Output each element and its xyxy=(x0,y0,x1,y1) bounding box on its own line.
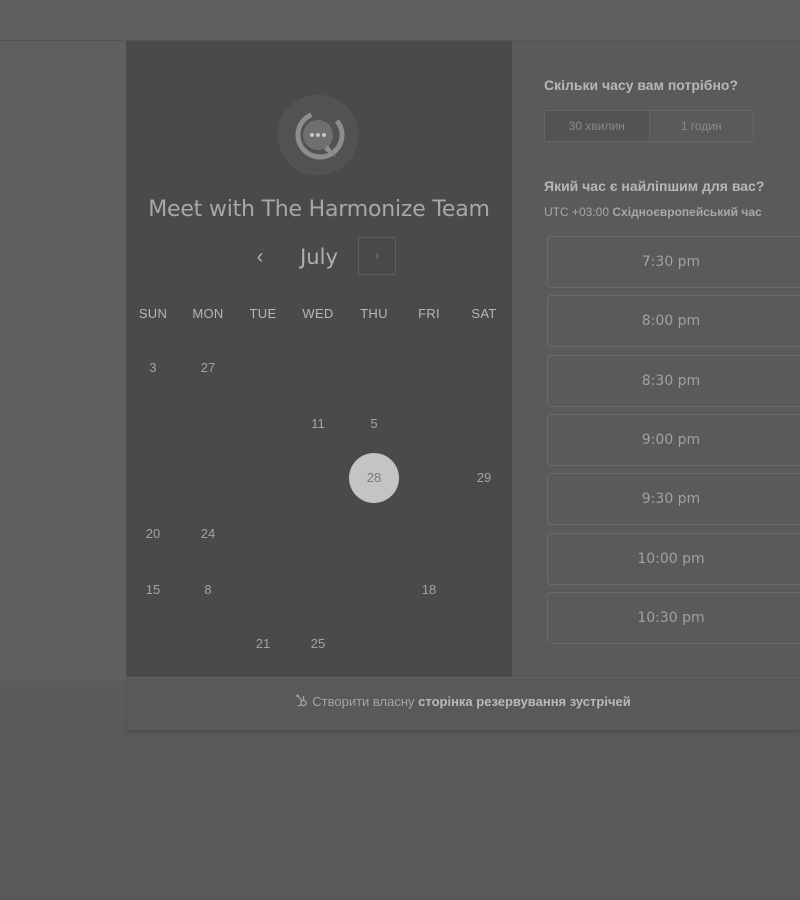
calendar-day[interactable]: 24 xyxy=(183,509,233,559)
calendar-day[interactable]: 21 xyxy=(238,619,288,669)
calendar-day[interactable]: 8 xyxy=(183,565,233,615)
scheduler-panel: Скільки часу вам потрібно? 30 хвилин 1 г… xyxy=(512,41,800,677)
time-slot[interactable]: 8:30 pm xyxy=(547,354,800,407)
calendar-day[interactable]: 18 xyxy=(404,565,454,615)
time-slot[interactable]: 7:30 pm xyxy=(547,236,800,288)
weekday-thu: THU xyxy=(360,306,388,321)
weekday-tue: TUE xyxy=(249,306,277,321)
footer: Створити власну сторінка резервування зу… xyxy=(126,677,800,730)
calendar-day[interactable]: 27 xyxy=(183,343,233,393)
duration-question: Скільки часу вам потрібно? xyxy=(544,77,739,93)
footer-text: Створити власну сторінка резервування зу… xyxy=(126,678,800,726)
calendar-day[interactable]: 11 xyxy=(293,399,343,449)
sprocket-icon xyxy=(296,694,308,707)
weekday-mon: MON xyxy=(192,306,224,321)
weekday-sun: SUN xyxy=(138,306,168,321)
calendar-day[interactable]: 29 xyxy=(459,453,509,503)
month-navigation: ‹ July › xyxy=(126,237,512,277)
time-slot[interactable]: 10:00 pm xyxy=(547,532,800,585)
weekday-header: SUN MON TUE WED THU FRI SAT xyxy=(126,306,512,326)
meeting-title: Meet with The Harmonize Team xyxy=(148,197,490,222)
calendar-panel: Meet with The Harmonize Team ‹ July › SU… xyxy=(126,41,512,677)
list-fade xyxy=(512,631,800,677)
calendar-day[interactable]: 5 xyxy=(349,399,399,449)
calendar-day-selected[interactable]: 28 xyxy=(349,453,399,503)
weekday-wed: WED xyxy=(302,306,334,321)
timezone-name: Східноєвропейський час xyxy=(612,205,762,219)
calendar-day[interactable]: 20 xyxy=(128,509,178,559)
duration-option-30-min[interactable]: 30 хвилин xyxy=(545,111,650,141)
time-slot[interactable]: 9:00 pm xyxy=(547,413,800,466)
footer-prefix: Створити власну xyxy=(312,694,415,709)
next-month-button[interactable]: › xyxy=(358,237,396,275)
time-slot[interactable]: 9:30 pm xyxy=(547,473,800,526)
calendar-day[interactable]: 15 xyxy=(128,565,178,615)
duration-selector: 30 хвилин 1 годин xyxy=(544,110,754,142)
timezone-offset: UTC +03:00 xyxy=(544,205,610,219)
month-label: July xyxy=(300,245,338,269)
chat-bubble-icon xyxy=(295,110,345,160)
top-bar xyxy=(0,0,800,41)
calendar-day[interactable]: 25 xyxy=(293,619,343,669)
time-slot[interactable]: 8:00 pm xyxy=(547,295,800,348)
booking-page-link[interactable]: сторінка резервування зустрічей xyxy=(418,694,631,709)
avatar xyxy=(280,97,356,173)
weekday-sat: SAT xyxy=(471,306,497,321)
calendar-day[interactable]: 3 xyxy=(128,343,178,393)
prev-month-button[interactable]: ‹ xyxy=(246,239,274,275)
timezone-selector[interactable]: UTC +03:00 Східноєвропейський час xyxy=(544,205,762,219)
time-question: Який час є найліпшим для вас? xyxy=(544,178,765,194)
duration-option-1-hour[interactable]: 1 годин xyxy=(650,111,754,141)
weekday-fri: FRI xyxy=(418,306,440,321)
